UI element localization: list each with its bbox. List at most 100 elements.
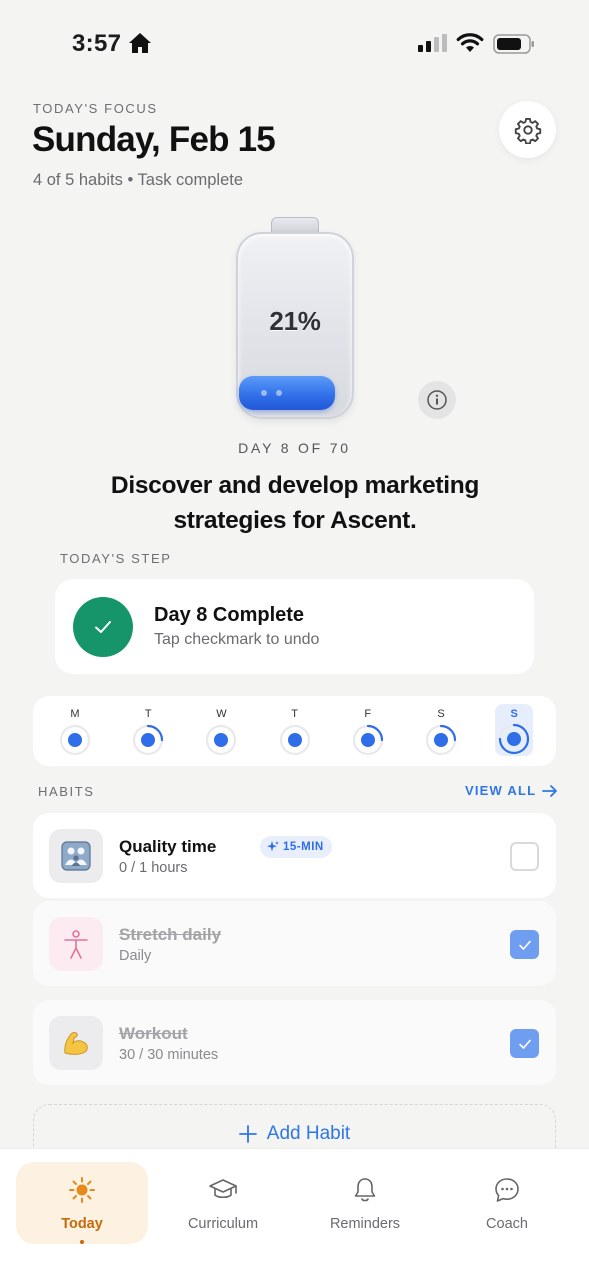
day-progress-ring [499, 723, 530, 755]
stretch-figure-icon [64, 930, 88, 959]
fill-dot [276, 390, 282, 396]
step-complete-toggle[interactable] [73, 597, 133, 657]
step-subtitle: Tap checkmark to undo [154, 631, 320, 648]
gear-icon [514, 117, 541, 144]
tab-label: Curriculum [187, 1216, 259, 1232]
day-progress-ring [133, 724, 164, 756]
week-day-letter: S [510, 708, 518, 720]
checkmark-icon [95, 621, 111, 633]
day-progress-ring [59, 724, 91, 756]
tab-reminders[interactable]: Reminders [299, 1162, 431, 1244]
week-day-letter: T [291, 708, 298, 720]
today-step-card: Day 8 Complete Tap checkmark to undo [55, 579, 534, 674]
sparkle-icon [267, 841, 279, 852]
plus-icon [238, 1125, 257, 1143]
habit-card-stretch-daily[interactable]: Stretch daily Daily [33, 901, 556, 986]
tab-today[interactable]: Today [16, 1162, 148, 1244]
habits-section-label: HABITS [38, 784, 95, 799]
week-progress: MTWTFSS [33, 696, 556, 766]
tab-icon-wrap [441, 1176, 573, 1204]
arrow-right-icon [542, 784, 558, 797]
habit-meta: Daily [119, 948, 152, 964]
battery-fill [239, 376, 335, 410]
graduation-cap-icon [209, 1179, 237, 1199]
week-day-1: T [129, 696, 167, 766]
fill-dot [261, 390, 267, 396]
day-dot [287, 733, 302, 747]
step-title: Day 8 Complete [154, 604, 305, 626]
active-indicator [80, 1240, 84, 1244]
week-day-4: F [349, 696, 387, 766]
wifi-icon [456, 33, 484, 52]
day-dot [68, 733, 82, 747]
week-day-letter: F [364, 708, 372, 720]
status-bar: 3:57 [0, 0, 589, 88]
progress-percent: 21% [269, 306, 321, 336]
settings-button[interactable] [499, 101, 556, 158]
page-title: Sunday, Feb 15 [32, 120, 276, 159]
week-day-0: M [56, 696, 94, 766]
day-dot [507, 732, 522, 746]
day-dot [214, 733, 229, 747]
add-habit-label: Add Habit [266, 1123, 351, 1144]
day-counter: DAY 8 OF 70 [238, 440, 351, 456]
duration-badge: 15-MIN [260, 836, 332, 858]
tab-bar: Today Curriculum Reminders Coach [0, 1148, 589, 1280]
habit-card-workout[interactable]: Workout 30 / 30 minutes [33, 1000, 556, 1085]
add-habit-content: Add Habit [34, 1123, 555, 1145]
tab-label: Reminders [329, 1216, 401, 1232]
week-day-letter: W [216, 708, 227, 720]
checkmark-icon [518, 1039, 531, 1049]
family-icon [61, 841, 91, 871]
week-day-5: S [422, 696, 460, 766]
habit-name: Quality time [119, 837, 217, 856]
info-icon [427, 390, 447, 410]
tab-icon-wrap [299, 1176, 431, 1204]
tab-icon-wrap [157, 1176, 289, 1204]
chat-bubble-icon [495, 1178, 519, 1202]
week-day-2: W [202, 696, 240, 766]
week-day-letter: T [144, 708, 152, 720]
tab-icon-wrap [16, 1176, 148, 1204]
day-progress-ring [206, 724, 237, 756]
habit-card-quality-time[interactable]: Quality time 15-MIN 0 / 1 hours [33, 813, 556, 898]
week-day-letter: M [70, 708, 80, 720]
habit-name: Stretch daily [119, 925, 222, 944]
day-dot [360, 733, 375, 747]
bell-icon [354, 1178, 376, 1202]
week-day-letter: S [437, 708, 445, 720]
tab-curriculum[interactable]: Curriculum [157, 1162, 289, 1244]
day-dot [434, 733, 448, 747]
habit-checkbox[interactable] [510, 930, 539, 959]
week-day-3: T [276, 696, 314, 766]
progress-battery: 21% [230, 214, 360, 424]
habit-meta: 0 / 1 hours [119, 860, 188, 876]
view-all-link[interactable]: VIEW ALL [465, 783, 558, 798]
status-time: 3:57 [72, 30, 122, 57]
battery-status-icon [493, 34, 534, 54]
tab-coach[interactable]: Coach [441, 1162, 573, 1244]
habit-icon-tile [49, 829, 103, 883]
tab-label: Today [61, 1216, 103, 1232]
tab-label: Coach [486, 1216, 528, 1232]
home-icon [129, 33, 151, 53]
view-all-label: VIEW ALL [465, 783, 537, 798]
day-progress-ring [425, 724, 457, 756]
habit-icon-tile [49, 917, 103, 971]
checkmark-icon [518, 940, 531, 950]
day-progress-ring [279, 724, 310, 756]
flexed-bicep-icon [64, 1032, 88, 1055]
habit-summary: 4 of 5 habits • Task complete [33, 171, 244, 189]
focus-label: TODAY'S FOCUS [33, 101, 158, 116]
week-day-6: S [495, 704, 534, 756]
day-dot [141, 733, 156, 747]
info-button[interactable] [418, 381, 456, 419]
step-section-label: TODAY'S STEP [60, 551, 172, 566]
habit-checkbox[interactable] [510, 1029, 539, 1058]
sun-icon [69, 1177, 95, 1203]
duration-badge-label: 15-MIN [283, 841, 324, 853]
day-progress-ring [352, 724, 383, 756]
habit-name: Workout [119, 1024, 188, 1043]
habit-checkbox[interactable] [510, 842, 539, 871]
habit-icon-tile [49, 1016, 103, 1070]
